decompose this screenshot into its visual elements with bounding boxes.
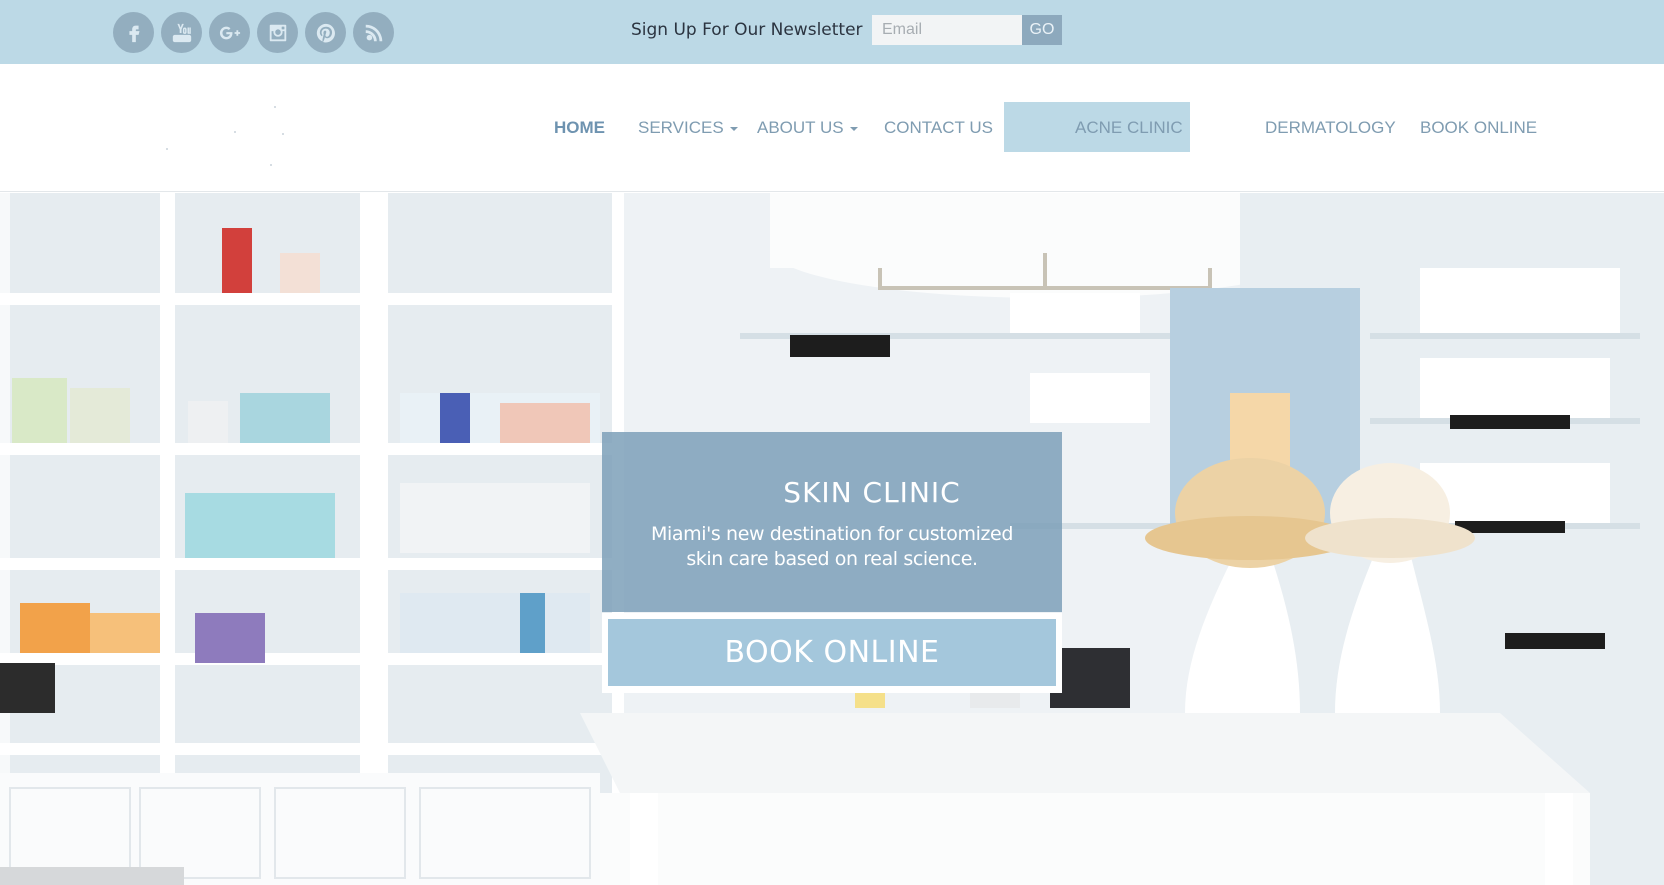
instagram-icon[interactable] <box>257 12 298 53</box>
social-links <box>113 12 394 53</box>
chevron-down-icon <box>729 126 738 131</box>
nav-item-acne-clinic[interactable]: ACNE CLINIC <box>1075 118 1183 138</box>
nav-item-about-us[interactable]: ABOUT US <box>757 118 858 138</box>
pinterest-icon[interactable] <box>305 12 346 53</box>
google-plus-icon[interactable] <box>209 12 250 53</box>
hero-subtitle-line-1: Miami's new destination for customized <box>650 523 1013 545</box>
top-bar: Sign Up For Our Newsletter GO <box>0 0 1664 64</box>
hero-promo-panel: SKIN CLINIC Miami's new destination for … <box>602 432 1062 612</box>
nav-item-dermatology-label: DERMATOLOGY <box>1265 118 1396 137</box>
nav-item-contact-us-label: CONTACT US <box>884 118 993 137</box>
main-header: HOME SERVICES ABOUT US CONTACT US ACNE C… <box>0 64 1664 192</box>
hero-section: SKIN CLINIC Miami's new destination for … <box>0 193 1664 885</box>
main-nav: HOME SERVICES ABOUT US CONTACT US ACNE C… <box>0 64 1664 191</box>
hero-subtitle-line-2: skin care based on real science. <box>686 548 978 570</box>
hero-title: SKIN CLINIC <box>783 476 961 509</box>
nav-item-book-online[interactable]: BOOK ONLINE <box>1420 118 1537 138</box>
nav-item-about-us-label: ABOUT US <box>757 118 844 137</box>
chevron-down-icon <box>849 126 858 131</box>
rss-icon[interactable] <box>353 12 394 53</box>
nav-item-book-online-label: BOOK ONLINE <box>1420 118 1538 137</box>
hero-cta-frame: BOOK ONLINE <box>602 613 1062 693</box>
nav-item-contact-us[interactable]: CONTACT US <box>884 118 993 138</box>
newsletter-go-button[interactable]: GO <box>1022 15 1062 45</box>
youtube-icon[interactable] <box>161 12 202 53</box>
nav-item-services-label: SERVICES <box>638 118 724 137</box>
book-online-button[interactable]: BOOK ONLINE <box>608 619 1056 686</box>
nav-item-services[interactable]: SERVICES <box>638 118 738 138</box>
nav-item-home[interactable]: HOME <box>554 118 605 138</box>
newsletter-label: Sign Up For Our Newsletter <box>631 20 863 40</box>
nav-item-acne-clinic-label: ACNE CLINIC <box>1075 118 1183 137</box>
nav-item-dermatology[interactable]: DERMATOLOGY <box>1265 118 1396 138</box>
facebook-icon[interactable] <box>113 12 154 53</box>
newsletter-email-input[interactable] <box>872 15 1022 45</box>
hero-subtitle: Miami's new destination for customized s… <box>642 522 1022 572</box>
horizontal-scrollbar[interactable] <box>0 867 184 885</box>
nav-item-home-label: HOME <box>554 118 605 137</box>
